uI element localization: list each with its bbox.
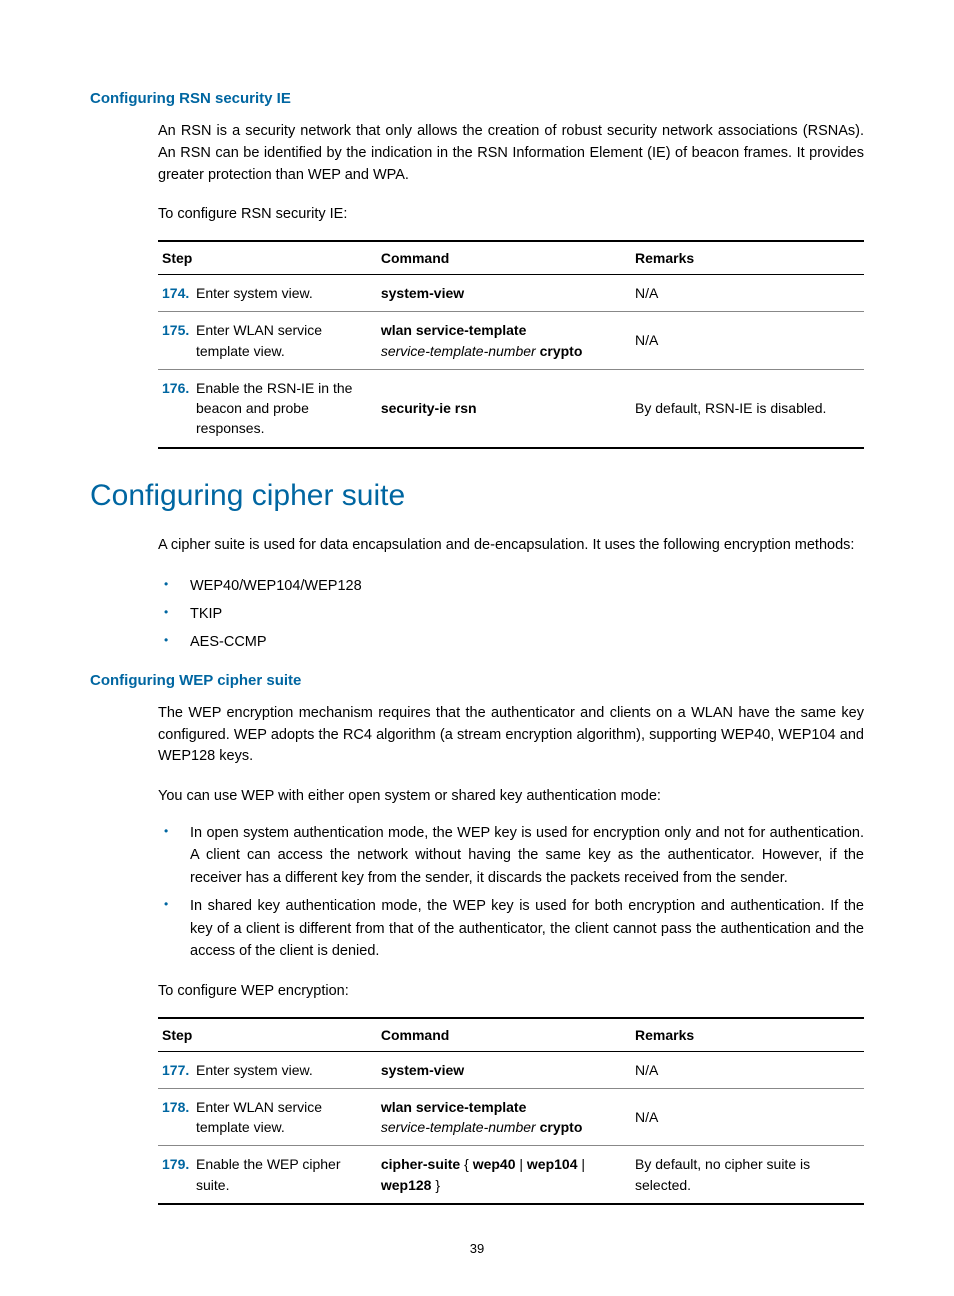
step-num: 175. (162, 320, 196, 361)
cmd-l2: service-template-number (381, 343, 536, 359)
list-cipher-methods: WEP40/WEP104/WEP128 TKIP AES-CCMP (158, 575, 864, 654)
remark: N/A (631, 1051, 864, 1088)
th-command: Command (377, 241, 631, 275)
list-item: AES-CCMP (158, 631, 864, 653)
cmd: cipher-suite { wep40 | wep104 | wep128 } (377, 1146, 631, 1204)
step-text: Enter WLAN service template view. (196, 320, 367, 361)
heading-wep-cipher: Configuring WEP cipher suite (90, 672, 864, 689)
table-rsn-steps: Step Command Remarks 174.Enter system vi… (158, 240, 864, 449)
th-step: Step (158, 241, 377, 275)
step-num: 179. (162, 1154, 196, 1195)
page-number: 39 (90, 1241, 864, 1256)
th-remarks: Remarks (631, 241, 864, 275)
cmd-l2b: crypto (540, 343, 583, 359)
step-text: Enter WLAN service template view. (196, 1097, 367, 1138)
th-command: Command (377, 1018, 631, 1052)
table-row: 177.Enter system view. system-view N/A (158, 1051, 864, 1088)
cmd: system-view (381, 285, 464, 301)
remark: By default, no cipher suite is selected. (631, 1146, 864, 1204)
list-item: In shared key authentication mode, the W… (158, 895, 864, 962)
para-wep-2: You can use WEP with either open system … (158, 786, 864, 808)
cmd: system-view (377, 1051, 631, 1088)
table-row: 178.Enter WLAN service template view. wl… (158, 1088, 864, 1146)
table-row: 175.Enter WLAN service template view. wl… (158, 312, 864, 370)
remark: N/A (631, 275, 864, 312)
heading-rsn-ie: Configuring RSN security IE (90, 90, 864, 107)
step-num: 178. (162, 1097, 196, 1138)
th-remarks: Remarks (631, 1018, 864, 1052)
table-row: 176.Enable the RSN-IE in the beacon and … (158, 369, 864, 447)
cmd-l1: wlan service-template (381, 322, 527, 338)
th-step: Step (158, 1018, 377, 1052)
para-wep-1: The WEP encryption mechanism requires th… (158, 703, 864, 768)
table-row: 179.Enable the WEP cipher suite. cipher-… (158, 1146, 864, 1204)
table-wep-steps: Step Command Remarks 177.Enter system vi… (158, 1017, 864, 1205)
cmd: wlan service-templateservice-template-nu… (377, 1088, 631, 1146)
remark: By default, RSN-IE is disabled. (631, 369, 864, 447)
cmd: security-ie rsn (381, 400, 477, 416)
heading-cipher-suite: Configuring cipher suite (90, 479, 864, 513)
step-text: Enable the WEP cipher suite. (196, 1154, 367, 1195)
lead-wep: To configure WEP encryption: (158, 981, 864, 1003)
table-row: 174.Enter system view. system-view N/A (158, 275, 864, 312)
remark: N/A (631, 1088, 864, 1146)
para-rsn-desc: An RSN is a security network that only a… (158, 121, 864, 186)
step-num: 176. (162, 378, 196, 439)
lead-rsn: To configure RSN security IE: (158, 204, 864, 226)
step-text: Enable the RSN-IE in the beacon and prob… (196, 378, 367, 439)
list-wep-modes: In open system authentication mode, the … (158, 822, 864, 963)
para-cipher-desc: A cipher suite is used for data encapsul… (158, 535, 864, 557)
step-num: 174. (162, 283, 196, 303)
list-item: TKIP (158, 603, 864, 625)
step-text: Enter system view. (196, 1060, 313, 1080)
step-text: Enter system view. (196, 283, 313, 303)
step-num: 177. (162, 1060, 196, 1080)
remark: N/A (631, 312, 864, 370)
list-item: In open system authentication mode, the … (158, 822, 864, 889)
list-item: WEP40/WEP104/WEP128 (158, 575, 864, 597)
